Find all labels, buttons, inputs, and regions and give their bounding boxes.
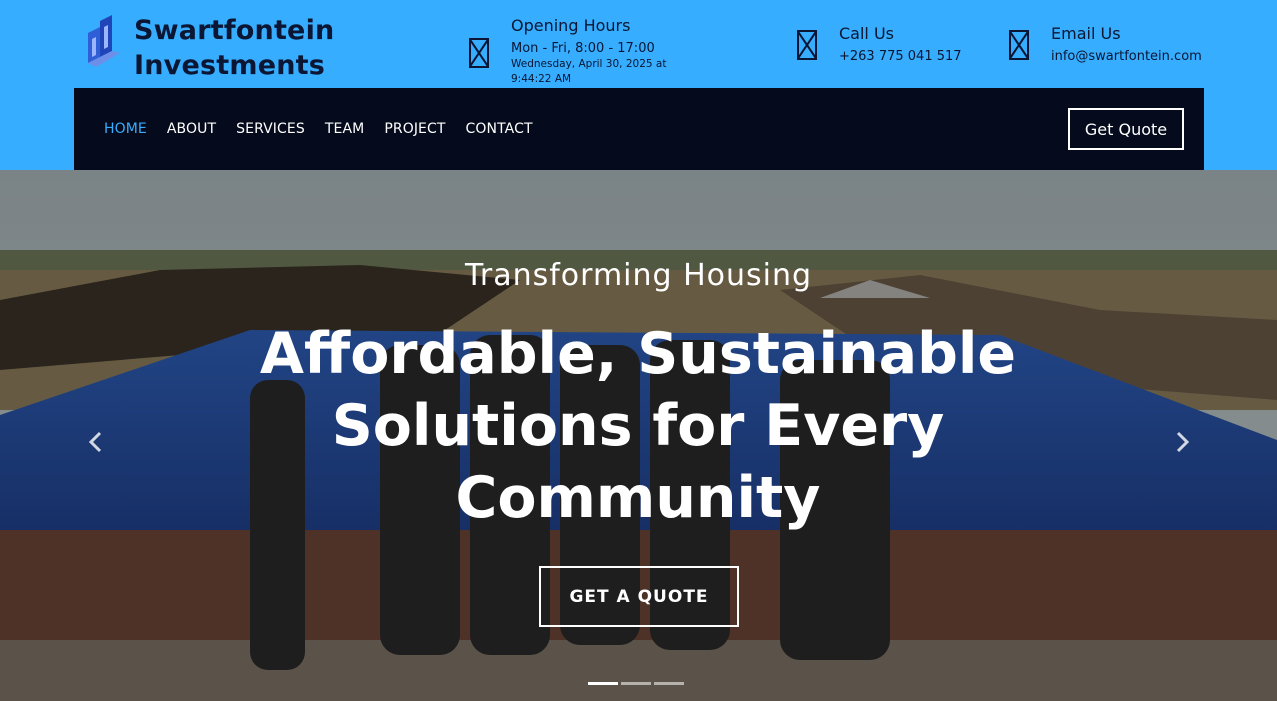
current-datetime: Wednesday, April 30, 2025 at 9:44:22 AM — [511, 58, 667, 85]
chevron-left-icon — [88, 431, 102, 453]
nav-item-team[interactable]: TEAM — [325, 119, 364, 139]
hero-carousel: Transforming Housing Affordable, Sustain… — [0, 170, 1277, 701]
nav-item-contact[interactable]: CONTACT — [466, 119, 533, 139]
building-logo-icon — [88, 15, 120, 67]
broken-image-icon — [469, 38, 489, 68]
chevron-right-icon — [1176, 431, 1190, 453]
nav-links: HOME ABOUT SERVICES TEAM PROJECT CONTACT — [104, 119, 553, 139]
carousel-indicators — [588, 682, 687, 685]
carousel-indicator[interactable] — [621, 682, 651, 685]
carousel-prev-button[interactable] — [86, 430, 106, 454]
opening-hours-title: Opening Hours — [511, 16, 631, 35]
nav-item-about[interactable]: ABOUT — [167, 119, 216, 139]
opening-hours-line: Mon - Fri, 8:00 - 17:00 — [511, 41, 655, 56]
email-link[interactable]: info@swartfontein.com — [1051, 48, 1202, 65]
brand-name-line1: Swartfontein — [134, 15, 335, 46]
carousel-indicator[interactable] — [588, 682, 618, 685]
phone-number-link[interactable]: +263 775 041 517 — [839, 48, 962, 65]
nav-item-home[interactable]: HOME — [104, 119, 147, 139]
email-us-title: Email Us — [1051, 24, 1121, 43]
carousel-indicator[interactable] — [654, 682, 684, 685]
main-navbar: HOME ABOUT SERVICES TEAM PROJECT CONTACT… — [74, 88, 1204, 170]
opening-hours-block: Opening Hours Mon - Fri, 8:00 - 17:00 We… — [469, 16, 671, 87]
nav-item-services[interactable]: SERVICES — [236, 119, 305, 139]
call-us-block: Call Us +263 775 041 517 — [797, 24, 962, 65]
broken-image-icon — [797, 30, 817, 60]
brand-name: Swartfontein Investments — [134, 13, 334, 83]
hero-eyebrow: Transforming Housing — [464, 258, 813, 293]
email-us-block: Email Us info@swartfontein.com — [1009, 24, 1202, 65]
broken-image-icon — [1009, 30, 1029, 60]
nav-item-project[interactable]: PROJECT — [384, 119, 445, 139]
get-quote-button[interactable]: Get Quote — [1068, 108, 1184, 150]
carousel-next-button[interactable] — [1172, 430, 1192, 454]
hero-heading: Affordable, Sustainable Solutions for Ev… — [259, 321, 1017, 531]
call-us-title: Call Us — [839, 24, 894, 43]
brand-logo[interactable]: Swartfontein Investments — [86, 13, 334, 83]
brand-name-line2: Investments — [134, 50, 326, 81]
site-header: Swartfontein Investments Opening Hours M… — [0, 0, 1277, 170]
get-a-quote-button[interactable]: GET A QUOTE — [539, 566, 739, 627]
